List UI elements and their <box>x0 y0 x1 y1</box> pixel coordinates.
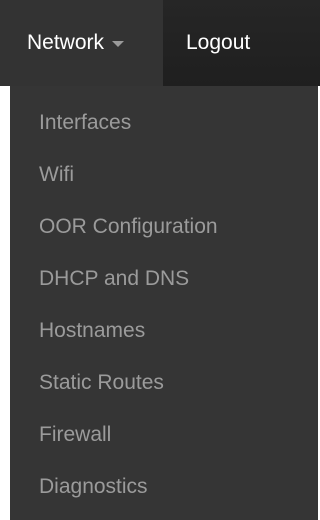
logout-label: Logout <box>186 31 251 54</box>
menu-item-oor-configuration[interactable]: OOR Configuration <box>10 201 318 253</box>
menu-item-dhcp-and-dns[interactable]: DHCP and DNS <box>10 253 318 305</box>
network-dropdown-toggle[interactable]: Network <box>0 0 163 86</box>
logout-link[interactable]: Logout <box>163 0 250 86</box>
menu-item-static-routes[interactable]: Static Routes <box>10 357 318 409</box>
network-dropdown-menu: Interfaces Wifi OOR Configuration DHCP a… <box>10 86 318 520</box>
menu-item-wifi[interactable]: Wifi <box>10 149 318 201</box>
menu-item-interfaces[interactable]: Interfaces <box>10 97 318 149</box>
top-navbar: Network Logout <box>0 0 320 86</box>
page: Network Logout Interfaces Wifi OOR Confi… <box>0 0 320 520</box>
menu-item-hostnames[interactable]: Hostnames <box>10 305 318 357</box>
menu-item-firewall[interactable]: Firewall <box>10 409 318 461</box>
menu-item-diagnostics[interactable]: Diagnostics <box>10 461 318 513</box>
network-label: Network <box>27 31 105 54</box>
caret-down-icon <box>112 41 125 47</box>
